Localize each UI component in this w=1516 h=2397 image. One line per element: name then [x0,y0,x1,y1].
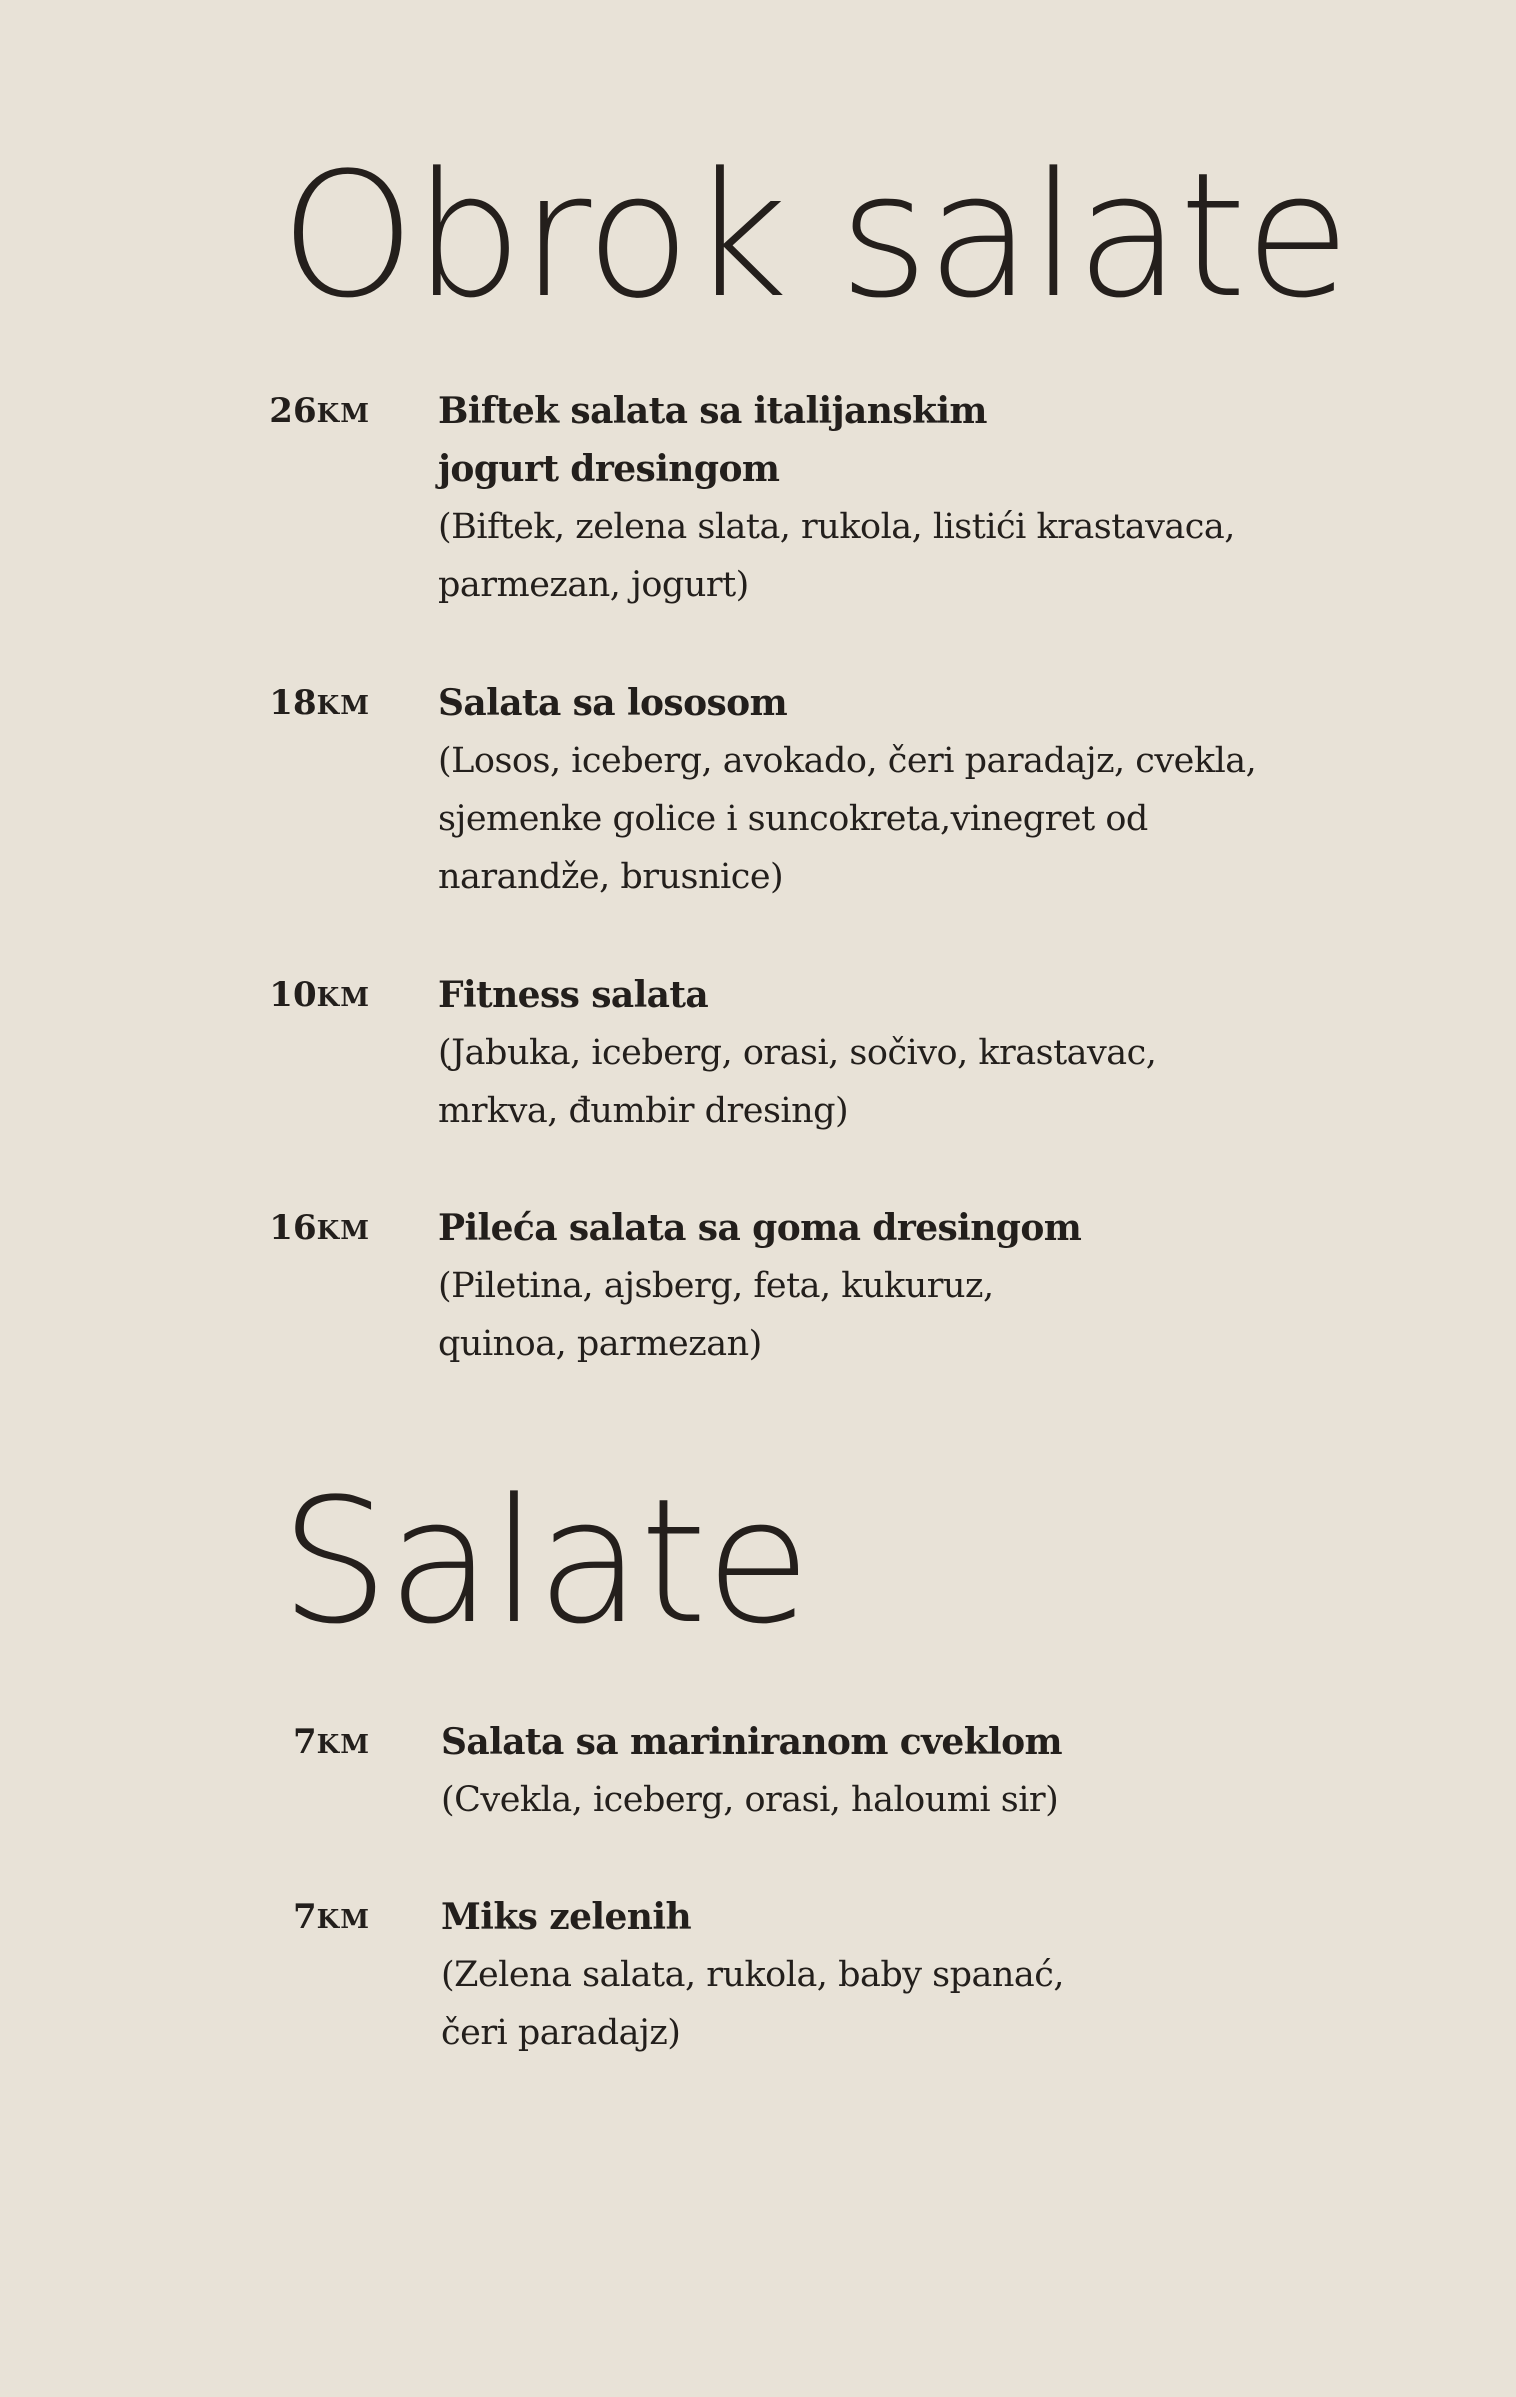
price-value: 16 [269,1208,317,1248]
item-description: (Piletina, ajsberg, feta, kukuruz, quino… [438,1266,994,1364]
item-price: 7KM [293,1713,370,1774]
price-currency: KM [316,691,370,721]
item-name: Miks zelenih [441,1896,692,1938]
item-name: Pileća salata sa goma dresingom [438,1207,1082,1249]
item-description: (Cvekla, iceberg, orasi, haloumi sir) [441,1780,1059,1820]
item-description: (Zelena salata, rukola, baby spanać, čer… [441,1955,1065,2053]
price-value: 18 [269,683,317,723]
item-name: Fitness salata [438,974,709,1016]
item-name: Biftek salata sa italijanskim jogurt dre… [438,390,988,490]
item-price: 7KM [293,1888,370,1949]
item-name: Salata sa lososom [438,682,788,724]
price-value: 26 [269,391,317,431]
section-title-obrok-salate: Obrok salate [280,135,1350,336]
price-currency: KM [316,399,370,429]
item-price: 26KM [269,382,370,443]
price-value: 10 [269,975,317,1015]
item-description: (Jabuka, iceberg, orasi, sočivo, krastav… [438,1033,1157,1131]
price-currency: KM [316,983,370,1013]
item-description: (Biftek, zelena slata, rukola, listići k… [438,507,1235,605]
item-price: 16KM [269,1199,370,1260]
price-currency: KM [316,1905,370,1935]
price-currency: KM [316,1730,370,1760]
item-description: (Losos, iceberg, avokado, čeri paradajz,… [438,741,1257,897]
item-price: 18KM [269,674,370,735]
price-value: 7 [292,1897,317,1937]
section-title-salate: Salate [280,1461,811,1662]
item-price: 10KM [269,966,370,1027]
price-currency: KM [316,1216,370,1246]
price-value: 7 [292,1722,317,1762]
item-name: Salata sa mariniranom cveklom [441,1721,1063,1763]
